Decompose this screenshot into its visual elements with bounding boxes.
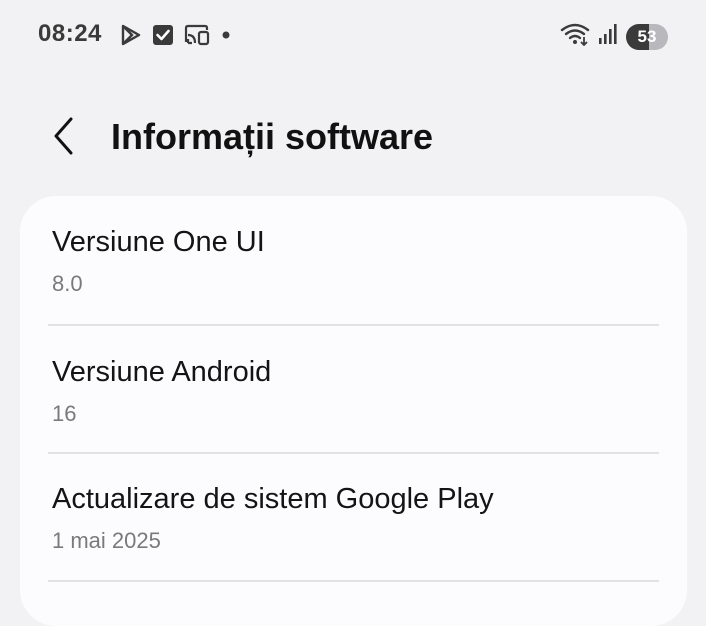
item-title: Versiune Android — [52, 356, 272, 388]
dot-icon — [220, 24, 234, 51]
wifi-icon — [560, 22, 590, 51]
status-bar: 08:24 53 — [0, 0, 706, 70]
system-status-icons: 53 — [560, 22, 668, 51]
cast-icon — [184, 24, 210, 51]
notification-icons — [120, 24, 234, 51]
battery-level: 53 — [637, 26, 657, 46]
list-item-one-ui-version[interactable]: Versiune One UI 8.0 — [20, 196, 687, 324]
page-title: Informații software — [111, 116, 434, 157]
software-info-card: Versiune One UI 8.0 Versiune Android 16 … — [20, 196, 687, 626]
item-title: Actualizare de sistem Google Play — [52, 483, 494, 515]
battery-icon: 53 — [626, 23, 668, 50]
status-time: 08:24 — [38, 20, 102, 47]
signal-icon — [598, 23, 618, 50]
item-value: 8.0 — [52, 271, 83, 296]
app-header: Informații software — [0, 100, 706, 180]
item-title: Versiune One UI — [52, 226, 265, 258]
checkbox-notification-icon — [152, 24, 174, 51]
item-value: 16 — [52, 401, 77, 426]
list-item-google-play-system-update[interactable]: Actualizare de sistem Google Play 1 mai … — [20, 453, 687, 581]
chevron-left-icon — [52, 116, 76, 161]
back-button[interactable] — [40, 114, 88, 162]
play-store-icon — [120, 24, 142, 51]
divider — [48, 580, 659, 582]
list-item-android-version[interactable]: Versiune Android 16 — [20, 326, 687, 454]
item-value: 1 mai 2025 — [52, 528, 161, 553]
